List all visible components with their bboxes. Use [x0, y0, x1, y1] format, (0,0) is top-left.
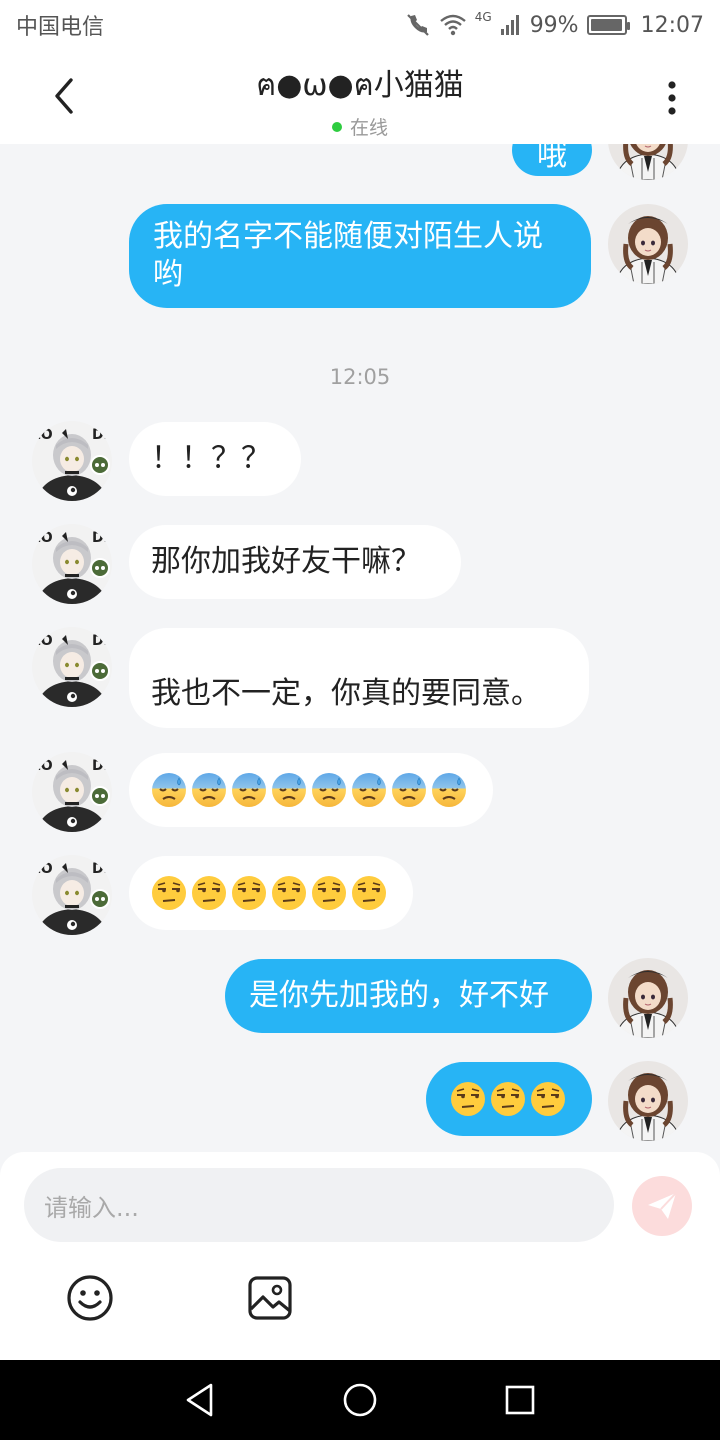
wifi-icon — [439, 13, 467, 37]
battery-icon — [586, 15, 630, 35]
avatar-contact[interactable] — [32, 421, 112, 501]
online-dot — [331, 121, 342, 132]
emoji-row — [151, 875, 387, 911]
anxious-sweat-face-emoji — [431, 772, 467, 808]
message-bubble-incoming[interactable]: 那你加我好友干嘛？ — [129, 525, 461, 599]
message-bubble-outgoing[interactable] — [426, 1062, 592, 1136]
unamused-face-emoji — [530, 1081, 566, 1117]
smiley-icon — [67, 1275, 113, 1321]
battery-fill — [590, 19, 623, 31]
back-triangle-icon — [186, 1383, 213, 1417]
message-bubble-outgoing[interactable]: 是你先加我的，好不好 — [225, 959, 592, 1033]
anxious-sweat-face-emoji — [391, 772, 427, 808]
message-text: 那你加我好友干嘛？ — [151, 544, 421, 579]
network-type: 4G — [474, 10, 492, 24]
emoji-row — [151, 772, 467, 808]
input-placeholder: 请输入... — [44, 1193, 139, 1222]
message-text: 我也不一定，你真的要同意。 — [151, 676, 541, 711]
unamused-face-emoji — [490, 1081, 526, 1117]
message-bubble-incoming[interactable] — [129, 856, 413, 930]
message-list[interactable]: 哦 我的名字不能随便对陌生人说哟 12:05 ！！？？ 那你加我好友干嘛？ 我也… — [0, 144, 720, 1152]
nav-home-button[interactable] — [340, 1380, 380, 1420]
clock: 12:07 — [640, 12, 704, 38]
battery-percent: 99% — [529, 12, 579, 38]
anxious-sweat-face-emoji — [231, 772, 267, 808]
message-text: 我的名字不能随便对陌生人说哟 — [153, 219, 543, 292]
message-bubble-incoming[interactable] — [129, 753, 493, 827]
presence-label: 在线 — [349, 117, 388, 139]
title-block: ฅ●ω●ฅ小猫猫 在线 — [160, 60, 560, 140]
unamused-face-emoji — [351, 875, 387, 911]
recents-square-icon — [505, 1385, 535, 1415]
more-vertical-icon — [668, 81, 676, 115]
message-bubble-outgoing[interactable]: 哦 — [512, 144, 592, 176]
avatar-contact[interactable] — [32, 627, 112, 707]
chevron-left-icon — [55, 78, 73, 114]
anxious-sweat-face-emoji — [351, 772, 387, 808]
nav-recents-button[interactable] — [500, 1380, 540, 1420]
nav-back-button[interactable] — [180, 1380, 220, 1420]
message-input[interactable]: 请输入... — [24, 1168, 614, 1242]
more-options-button[interactable] — [652, 72, 692, 124]
image-button[interactable] — [246, 1274, 294, 1322]
unamused-face-emoji — [450, 1081, 486, 1117]
message-bubble-outgoing[interactable]: 我的名字不能随便对陌生人说哟 — [129, 204, 591, 308]
emoji-button[interactable] — [66, 1274, 114, 1322]
avatar-contact[interactable] — [32, 752, 112, 832]
avatar-self[interactable] — [608, 144, 688, 180]
anxious-sweat-face-emoji — [271, 772, 307, 808]
message-bubble-incoming[interactable]: ！！？？ — [129, 422, 301, 496]
message-timestamp: 12:05 — [329, 365, 391, 389]
avatar-contact[interactable] — [32, 855, 112, 935]
signal-icon — [500, 14, 522, 36]
presence-status: 在线 — [331, 113, 388, 140]
avatar-self[interactable] — [608, 1061, 688, 1141]
chat-header: ฅ●ω●ฅ小猫猫 在线 — [0, 50, 720, 144]
avatar-self[interactable] — [608, 958, 688, 1038]
emoji-row — [450, 1081, 566, 1117]
unamused-face-emoji — [191, 875, 227, 911]
unamused-face-emoji — [151, 875, 187, 911]
avatar-contact[interactable] — [32, 524, 112, 604]
anxious-sweat-face-emoji — [191, 772, 227, 808]
unamused-face-emoji — [271, 875, 307, 911]
unamused-face-emoji — [311, 875, 347, 911]
message-text: 是你先加我的，好不好 — [249, 978, 549, 1013]
status-bar: 中国电信 4G 99% 12:07 — [0, 0, 720, 50]
image-icon — [248, 1276, 292, 1320]
system-nav-bar — [0, 1360, 720, 1440]
home-circle-icon — [343, 1383, 377, 1417]
message-text: 哦 — [537, 144, 567, 173]
chat-title: ฅ●ω●ฅ小猫猫 — [256, 68, 464, 103]
composer-panel: 请输入... — [0, 1152, 720, 1360]
unamused-face-emoji — [231, 875, 267, 911]
anxious-sweat-face-emoji — [311, 772, 347, 808]
carrier-label: 中国电信 — [16, 15, 105, 40]
call-off-icon — [405, 12, 431, 38]
anxious-sweat-face-emoji — [151, 772, 187, 808]
back-button[interactable] — [38, 70, 90, 122]
avatar-self[interactable] — [608, 204, 688, 284]
send-icon — [648, 1192, 677, 1219]
status-icons: 4G 99% 12:07 — [405, 10, 704, 38]
send-button[interactable] — [632, 1176, 692, 1236]
message-bubble-incoming[interactable]: 我也不一定，你真的要同意。 — [129, 628, 589, 728]
message-text: ！！？？ — [151, 441, 271, 476]
